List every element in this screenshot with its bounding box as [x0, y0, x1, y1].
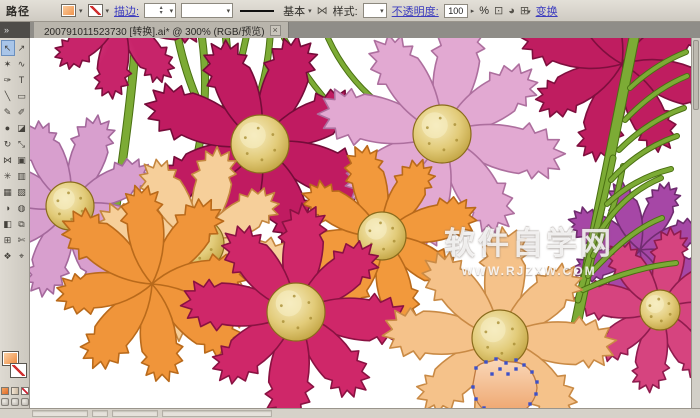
anchor-point[interactable]	[514, 367, 518, 371]
tool-artboard[interactable]: ⊞	[1, 232, 15, 248]
tool-mesh[interactable]: ▦	[1, 184, 15, 200]
stroke-preview-line	[240, 9, 275, 12]
tool-zoom[interactable]: ⌖	[15, 248, 29, 264]
tool-rotate[interactable]: ↻	[1, 136, 15, 152]
workspace-body: ↖ ↗ ✶ ∿ ✑ T ╲ ▭ ✎ ✐ ● ◪ ↻ ⤡ ⋈ ▣ ✳ ▥ ▦ ▨ ◑ ◍ ◧ ⧉ ⊞ ✄ ❖ ⌖ 软件自学网 WWW.R…	[0, 38, 700, 408]
stroke-panel-link[interactable]: 描边:	[114, 3, 139, 19]
fill-dropdown-icon[interactable]: ▾	[79, 7, 83, 15]
flower-artwork[interactable]	[30, 38, 691, 408]
tool-blob-brush[interactable]: ●	[1, 120, 15, 136]
status-bar	[0, 408, 700, 418]
tool-pen[interactable]: ✑	[1, 72, 15, 88]
anchor-point[interactable]	[522, 363, 526, 367]
draw-normal-button[interactable]	[0, 398, 9, 406]
brush-basic-label[interactable]: 基本	[283, 3, 305, 19]
vertical-scrollbar-thumb[interactable]	[693, 40, 699, 110]
brush-definition-combo[interactable]: ▾	[181, 3, 234, 18]
control-panel-label: 路径	[6, 5, 30, 18]
tool-column-graph[interactable]: ▥	[15, 168, 29, 184]
anchor-point[interactable]	[490, 372, 494, 376]
gradient-button[interactable]	[10, 387, 19, 395]
tool-live-paint-bucket[interactable]: ◧	[1, 216, 15, 232]
tool-rectangle[interactable]: ▭	[15, 88, 29, 104]
tool-gradient[interactable]: ▨	[15, 184, 29, 200]
transform-link[interactable]: 变换	[536, 3, 558, 19]
align-options-icon[interactable]: ⊞▾	[520, 4, 531, 17]
tool-symbol-sprayer[interactable]: ✳	[1, 168, 15, 184]
none-button[interactable]	[20, 387, 29, 395]
anchor-point[interactable]	[534, 392, 538, 396]
stroke-dropdown-icon[interactable]: ▾	[106, 7, 110, 15]
vertical-scrollbar[interactable]	[691, 38, 700, 408]
anchor-point[interactable]	[484, 360, 488, 364]
control-bar: 路径 ▾ ▾ 描边: ▴ ▾ ▾ ▾ 基本 ▾ ⋈ 样式: ▾ 不透明度: 100 …	[0, 0, 700, 22]
document-title: 200791011523730 [转换].ai* @ 300% (RGB/预览)	[44, 26, 265, 38]
tools-grid: ↖ ↗ ✶ ∿ ✑ T ╲ ▭ ✎ ✐ ● ◪ ↻ ⤡ ⋈ ▣ ✳ ▥ ▦ ▨ ◑ ◍ ◧ ⧉ ⊞ ✄ ❖ ⌖	[0, 40, 29, 264]
status-bar-field	[162, 410, 272, 417]
tool-magic-wand[interactable]: ✶	[1, 56, 15, 72]
paint-mode-buttons	[0, 387, 29, 395]
tool-live-paint-selection[interactable]: ⧉	[15, 216, 29, 232]
tool-slice[interactable]: ✄	[15, 232, 29, 248]
anchor-point[interactable]	[471, 385, 475, 389]
fill-color-swatch[interactable]	[61, 4, 76, 17]
spinner-icon[interactable]: ▴ ▾	[160, 5, 167, 16]
opacity-unit: %	[479, 4, 490, 17]
opacity-value-field[interactable]: 100	[443, 3, 468, 18]
draw-inside-button[interactable]	[20, 398, 29, 406]
status-bar-field	[32, 410, 88, 417]
anchor-point[interactable]	[535, 380, 539, 384]
anchor-point[interactable]	[482, 406, 486, 408]
draw-mode-buttons	[0, 398, 29, 406]
color-button[interactable]	[0, 387, 9, 395]
tool-paintbrush[interactable]: ✎	[1, 104, 15, 120]
tool-eraser[interactable]: ◪	[15, 120, 29, 136]
tool-selection[interactable]: ↖	[0, 40, 15, 56]
fill-stroke-indicator	[1, 351, 29, 383]
tool-scale[interactable]: ⤡	[15, 136, 29, 152]
stroke-weight-combo[interactable]: ▴ ▾ ▾	[144, 3, 177, 18]
tool-lasso[interactable]: ∿	[15, 56, 29, 72]
stroke-color-swatch[interactable]	[87, 4, 103, 17]
status-bar-field	[92, 410, 108, 417]
document-tab[interactable]: 200791011523730 [转换].ai* @ 300% (RGB/预览)…	[34, 22, 289, 38]
isolate-mode-icon[interactable]: ⊡	[494, 4, 503, 17]
panel-collapse-button[interactable]: »	[0, 22, 30, 38]
tool-pencil[interactable]: ✐	[15, 104, 29, 120]
tool-type[interactable]: T	[15, 72, 29, 88]
width-profile-icon[interactable]: ⋈	[317, 4, 328, 17]
tool-eyedropper[interactable]: ◑	[1, 200, 15, 216]
graphic-style-combo[interactable]: ▾	[362, 3, 387, 18]
opacity-spinner-icon[interactable]: ▸	[471, 7, 475, 15]
anchor-point[interactable]	[474, 397, 478, 401]
tool-hand[interactable]: ❖	[1, 248, 15, 264]
anchor-point[interactable]	[530, 370, 534, 374]
draw-behind-button[interactable]	[10, 398, 19, 406]
illustrator-window: 路径 ▾ ▾ 描边: ▴ ▾ ▾ ▾ 基本 ▾ ⋈ 样式: ▾ 不透明度: 100 …	[0, 0, 700, 418]
stroke-indicator-swatch[interactable]	[9, 363, 27, 378]
tool-blend[interactable]: ◍	[15, 200, 29, 216]
tab-close-button[interactable]: ×	[269, 24, 281, 36]
artboard-canvas[interactable]: 软件自学网 WWW.RJZXW.COM	[30, 38, 691, 408]
brush-basic-dropdown-icon[interactable]: ▾	[308, 7, 312, 15]
tool-free-transform[interactable]: ▣	[15, 152, 29, 168]
tool-line-segment[interactable]: ╲	[1, 88, 15, 104]
anchor-point[interactable]	[514, 358, 518, 362]
anchor-point[interactable]	[474, 366, 478, 370]
style-label: 样式:	[332, 5, 358, 18]
recolor-artwork-icon[interactable]: ◕	[508, 5, 515, 17]
tool-direct-selection[interactable]: ↗	[15, 40, 29, 56]
anchor-point[interactable]	[506, 372, 510, 376]
anchor-point[interactable]	[504, 361, 508, 365]
document-tab-bar: » 200791011523730 [转换].ai* @ 300% (RGB/预…	[0, 22, 700, 38]
status-bar-field	[112, 410, 158, 417]
tools-panel: ↖ ↗ ✶ ∿ ✑ T ╲ ▭ ✎ ✐ ● ◪ ↻ ⤡ ⋈ ▣ ✳ ▥ ▦ ▨ ◑ ◍ ◧ ⧉ ⊞ ✄ ❖ ⌖	[0, 38, 30, 408]
anchor-point[interactable]	[498, 367, 502, 371]
anchor-point[interactable]	[494, 357, 498, 361]
tool-width[interactable]: ⋈	[1, 152, 15, 168]
opacity-link[interactable]: 不透明度:	[392, 3, 439, 19]
anchor-point[interactable]	[528, 402, 532, 406]
